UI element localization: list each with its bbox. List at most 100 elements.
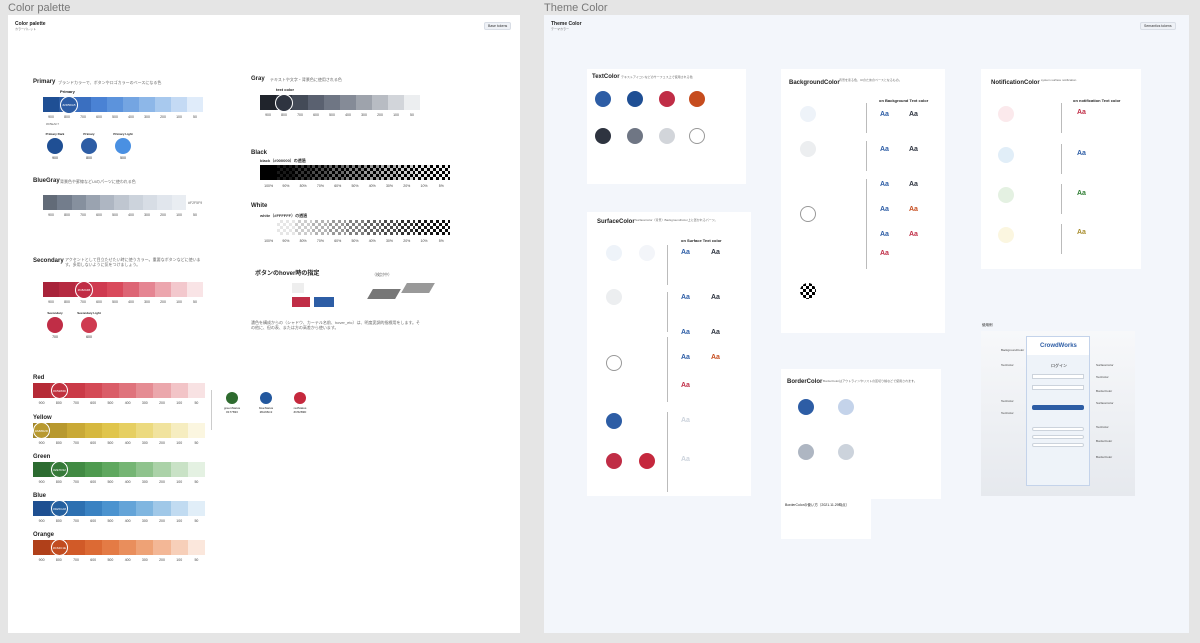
usage-social-button-3[interactable] bbox=[1032, 443, 1084, 447]
secondary-tick: 700 bbox=[80, 300, 86, 304]
black-tick: 100% bbox=[264, 184, 274, 188]
secondary-tick: 50 bbox=[193, 300, 197, 304]
semantics-tokens-button[interactable]: Semantics tokens bbox=[1140, 22, 1176, 30]
bluegray-swatch-3 bbox=[85, 195, 101, 210]
white-tick: 70% bbox=[316, 239, 324, 243]
yellow-tick: 600 bbox=[90, 441, 97, 445]
right-frame-title[interactable]: Theme Color bbox=[544, 2, 608, 14]
status-item: blueStatus #0A66C2 bbox=[255, 392, 277, 414]
primary-swatch-8 bbox=[171, 97, 187, 112]
green-tick: 800 bbox=[55, 480, 62, 484]
notificationcolor-card: NotificationColor system surface notific… bbox=[981, 69, 1141, 269]
secondary-desc: アクセントとして目立たせたい時に使うカラー。重要なボタンなどに使います。多用しな… bbox=[65, 257, 201, 267]
red-tick: 50 bbox=[194, 401, 199, 405]
yellow-title: Yellow bbox=[33, 415, 52, 421]
primary-extra-hex: #D5EAF7 bbox=[46, 122, 60, 126]
base-tokens-button[interactable]: Base tokens bbox=[484, 22, 512, 30]
frame-subheader: カラーパレット bbox=[15, 27, 36, 31]
black-tick: 70% bbox=[316, 184, 324, 188]
usage-right-label: BorderColor bbox=[1096, 455, 1113, 459]
primary-tick: 50 bbox=[193, 115, 197, 119]
yellow-tick: 100 bbox=[176, 441, 183, 445]
green-title: Green bbox=[33, 454, 51, 460]
black-ticks: 100% 90% 80% 70% 60% 50% 40% 30% 20% 10% 5% bbox=[260, 184, 450, 188]
surfacecolor-title: SurfaceColor bbox=[597, 219, 635, 225]
aa-sample: Aa bbox=[909, 206, 918, 213]
hover-sample-primary bbox=[314, 297, 334, 307]
status-list: greenStatus #177833 blueStatus #0A66C2 redSt… bbox=[221, 392, 311, 414]
secondary-tick: 600 bbox=[96, 300, 102, 304]
white-alpha-swatch bbox=[311, 220, 330, 235]
black-alpha-fill bbox=[363, 165, 381, 180]
bluegray-swatch-0 bbox=[43, 195, 58, 210]
usage-phone-mock: CrowdWorks ログイン bbox=[1026, 336, 1090, 486]
black-alpha-swatch bbox=[260, 165, 278, 180]
black-alpha-fill bbox=[398, 165, 416, 180]
surface-divider-4 bbox=[667, 412, 668, 492]
red-swatch-6 bbox=[136, 383, 154, 398]
usage-social-button-2[interactable] bbox=[1032, 435, 1084, 439]
aa-sample: Aa bbox=[880, 181, 889, 188]
yellow-tick: 800 bbox=[55, 441, 62, 445]
blue-tick: 300 bbox=[141, 519, 148, 523]
secondary-tick: 400 bbox=[128, 300, 134, 304]
usage-title: 使用例 bbox=[982, 323, 993, 327]
white-ticks: 100% 90% 80% 70% 60% 50% 40% 30% 20% 10% 5% bbox=[260, 239, 450, 243]
primary-tick: 300 bbox=[144, 115, 150, 119]
gray-desc: テキストや文字・背景色に使用される色 bbox=[270, 77, 342, 82]
blue-tick: 800 bbox=[55, 519, 62, 523]
white-alpha-fill bbox=[398, 220, 416, 235]
usage-email-field[interactable] bbox=[1032, 374, 1084, 379]
bluegray-swatch-8 bbox=[157, 195, 172, 210]
blue-tick: 400 bbox=[124, 519, 131, 523]
black-alpha-fill bbox=[329, 165, 347, 180]
white-alpha-swatch bbox=[294, 220, 312, 235]
aa-sample: Aa bbox=[681, 329, 690, 336]
blue-swatch-6 bbox=[136, 501, 154, 516]
aa-sample: Aa bbox=[909, 146, 918, 153]
aa-sample: Aa bbox=[909, 111, 918, 118]
bordercolor-usage-title: BorderColorの使い方（2021.11.29時点） bbox=[785, 503, 850, 507]
black-alpha-fill bbox=[277, 165, 295, 180]
surface-swatch-primary bbox=[606, 413, 622, 429]
hover-layer-1 bbox=[367, 289, 401, 299]
aa-sample: Aa bbox=[681, 294, 690, 301]
black-alpha-swatch bbox=[380, 165, 399, 180]
white-alpha-swatch bbox=[329, 220, 347, 235]
orange-tick: 600 bbox=[90, 558, 97, 562]
orange-tick: 500 bbox=[107, 558, 114, 562]
yellow-tick: 900 bbox=[38, 441, 45, 445]
border-swatch-primary-light bbox=[838, 399, 854, 415]
green-tick: 600 bbox=[90, 480, 97, 484]
notif-swatch-green bbox=[998, 187, 1014, 203]
red-swatch-2 bbox=[67, 383, 85, 398]
black-alpha-swatch bbox=[363, 165, 381, 180]
white-desc: white（#FFFFFF）の透過 bbox=[260, 213, 308, 218]
red-tick: 300 bbox=[141, 401, 148, 405]
blue-tick: 100 bbox=[176, 519, 183, 523]
status-divider bbox=[211, 390, 212, 430]
yellow-main-swatch: #A88D2D bbox=[33, 422, 50, 439]
blue-title: Blue bbox=[33, 493, 47, 499]
black-tick: 60% bbox=[334, 184, 342, 188]
blue-tick: 900 bbox=[38, 519, 45, 523]
usage-left-label: TextColor bbox=[1001, 363, 1014, 367]
black-tick: 90% bbox=[282, 184, 290, 188]
primary-title: Primary bbox=[33, 79, 56, 85]
secondary-variant-label: Secondary bbox=[47, 311, 63, 315]
usage-password-field[interactable] bbox=[1032, 385, 1084, 390]
gray-tick: 800 bbox=[281, 113, 287, 117]
secondary-tick: 200 bbox=[160, 300, 166, 304]
aa-sample: Aa bbox=[681, 456, 690, 463]
usage-social-button-1[interactable] bbox=[1032, 427, 1084, 431]
usage-login-button[interactable] bbox=[1032, 405, 1084, 410]
usage-left-label: TextColor bbox=[1001, 399, 1014, 403]
white-tick: 100% bbox=[264, 239, 274, 243]
usage-left-label: BackgroundColor bbox=[1001, 348, 1025, 352]
orange-title: Orange bbox=[33, 532, 55, 538]
bluegray-tick: 600 bbox=[96, 213, 102, 217]
status-hex: #0A66C2 bbox=[259, 410, 273, 414]
textcolor-white-swatch bbox=[689, 128, 705, 144]
textcolor-primary-swatch bbox=[595, 91, 611, 107]
left-frame-title[interactable]: Color palette bbox=[8, 2, 70, 14]
